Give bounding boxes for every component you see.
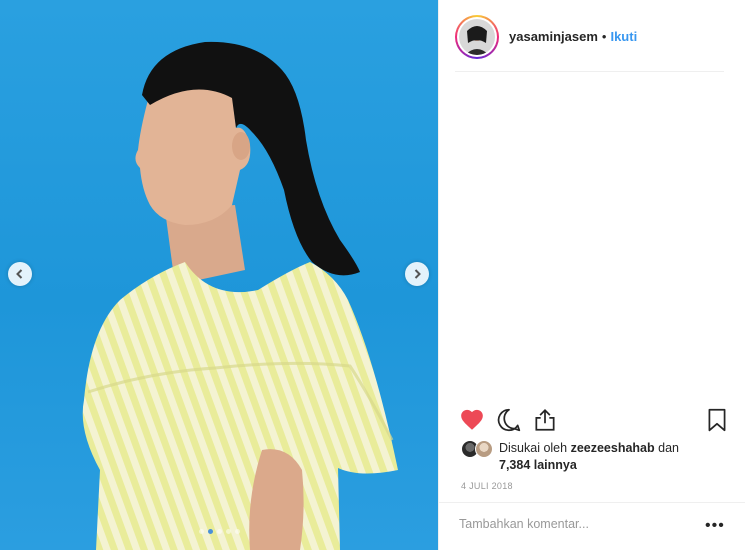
avatar[interactable] (455, 14, 499, 59)
post-header: yasaminjasem • Ikuti (455, 12, 724, 72)
carousel-dot (216, 529, 222, 534)
more-options-button[interactable]: ••• (705, 517, 725, 535)
chevron-right-icon (414, 269, 421, 279)
carousel-next-button[interactable] (405, 262, 429, 286)
liked-by-user-link[interactable]: zeezeeshahab (571, 441, 655, 455)
carousel-dot (225, 529, 231, 534)
carousel-indicator (0, 529, 438, 534)
post-date[interactable]: 4 JULI 2018 (461, 481, 513, 491)
header-separator: • (601, 29, 607, 44)
others-count-link[interactable]: 7,384 lainnya (499, 458, 577, 472)
share-icon[interactable] (532, 407, 558, 433)
heart-icon[interactable] (459, 407, 485, 433)
liked-by-prefix: Disukai oleh (499, 441, 568, 455)
liked-by-and: dan (658, 441, 679, 455)
liker-avatars[interactable] (461, 440, 501, 460)
carousel-prev-button[interactable] (8, 262, 32, 286)
avatar (475, 440, 493, 458)
carousel-dot (207, 529, 213, 534)
username-link[interactable]: yasaminjasem (509, 29, 598, 44)
carousel-dot (234, 529, 240, 534)
likes-summary: Disukai oleh zeezeeshahab dan 7,384 lain… (461, 440, 731, 474)
likes-text: Disukai oleh zeezeeshahab dan 7,384 lain… (499, 440, 679, 474)
profile-picture (459, 18, 495, 55)
comment-input[interactable]: Tambahkan komentar... (459, 517, 589, 531)
comment-bar: Tambahkan komentar... ••• (439, 502, 745, 550)
post-photo[interactable] (0, 0, 438, 550)
comment-icon[interactable] (496, 407, 522, 433)
post-actions (459, 407, 729, 435)
bookmark-icon[interactable] (704, 407, 730, 433)
portrait-image (82, 41, 398, 550)
post-sidebar: yasaminjasem • Ikuti Disukai oleh zeezee… (438, 0, 745, 550)
chevron-left-icon (16, 269, 23, 279)
carousel-dot (198, 529, 204, 534)
follow-button[interactable]: Ikuti (610, 29, 637, 44)
